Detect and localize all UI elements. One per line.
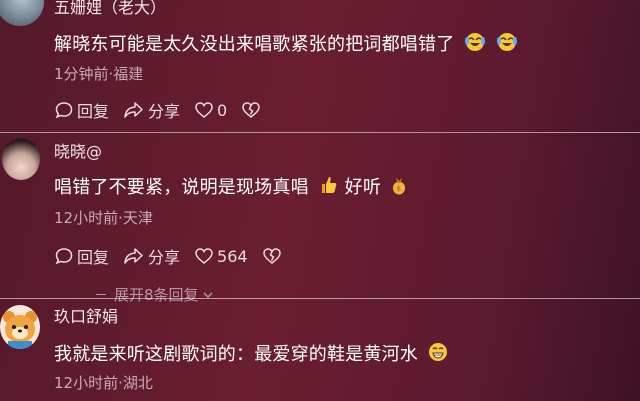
svg-text:$: $ xyxy=(397,185,402,193)
reply-button[interactable]: 回复 xyxy=(54,98,109,122)
comment-text: 我就是来听这剧歌词的：最爱穿的鞋是黄河水 xyxy=(54,340,448,367)
comment-actions: 回复 分享 0 xyxy=(54,98,278,122)
share-label: 分享 xyxy=(148,248,181,267)
heart-icon xyxy=(195,248,213,264)
comment-meta: 12小时前·湖北 xyxy=(54,374,153,392)
comment-divider xyxy=(0,298,640,299)
expand-line xyxy=(96,294,106,295)
comment-text: 解晓东可能是太久没出来唱歌紧张的把词都唱错了 xyxy=(54,30,518,57)
broken-heart-icon xyxy=(262,248,281,264)
expand-replies-button[interactable]: 展开8条回复 xyxy=(96,284,214,305)
broken-heart-icon xyxy=(242,102,260,118)
comment-text: 唱错了不要紧，说明是现场真唱 好听 $ xyxy=(54,173,407,200)
cartoon-bear-avatar-icon xyxy=(3,311,37,349)
gift-bag-icon: $ xyxy=(391,175,407,200)
reply-label: 回复 xyxy=(77,248,110,267)
reply-icon xyxy=(55,102,73,119)
laughing-crying-icon xyxy=(464,32,486,57)
like-count: 0 xyxy=(217,100,228,120)
heart-icon xyxy=(195,102,213,118)
comment-author[interactable]: 五姗娌（老大） xyxy=(54,0,166,18)
comment-actions: 回复 分享 564 xyxy=(54,244,299,268)
chevron-down-icon xyxy=(202,286,214,304)
grinning-icon xyxy=(428,342,448,367)
comment-text-content: 解晓东可能是太久没出来唱歌紧张的把词都唱错了 xyxy=(54,34,455,55)
share-button[interactable]: 分享 xyxy=(123,98,180,122)
share-icon xyxy=(124,248,143,264)
avatar[interactable] xyxy=(0,305,40,349)
dislike-button[interactable] xyxy=(262,246,285,266)
comment-text-content: 唱错了不要紧，说明是现场真唱 xyxy=(54,177,309,198)
reply-button[interactable]: 回复 xyxy=(54,244,109,268)
avatar[interactable] xyxy=(2,138,40,180)
avatar[interactable] xyxy=(0,0,44,26)
comment-author[interactable]: 玖口舒娟 xyxy=(54,303,118,327)
reply-icon xyxy=(55,248,73,265)
dislike-button[interactable] xyxy=(241,100,264,120)
share-button[interactable]: 分享 xyxy=(123,244,180,268)
laughing-crying-icon xyxy=(496,32,518,57)
share-icon xyxy=(124,102,143,118)
expand-replies-label: 展开8条回复 xyxy=(114,286,199,304)
reply-label: 回复 xyxy=(77,102,110,121)
thumbs-up-icon xyxy=(319,175,339,200)
comment-meta: 12小时前·天津 xyxy=(54,209,153,227)
like-count: 564 xyxy=(217,246,248,266)
comment-author[interactable]: 晓晓@ xyxy=(54,138,102,162)
like-button[interactable]: 564 xyxy=(194,246,248,266)
share-label: 分享 xyxy=(148,102,181,121)
comment-divider xyxy=(0,132,640,133)
comment-text-content: 好听 xyxy=(344,177,382,198)
comment-meta: 1分钟前·福建 xyxy=(54,65,144,83)
like-button[interactable]: 0 xyxy=(194,100,227,120)
comment-text-content: 我就是来听这剧歌词的：最爱穿的鞋是黄河水 xyxy=(54,344,418,365)
